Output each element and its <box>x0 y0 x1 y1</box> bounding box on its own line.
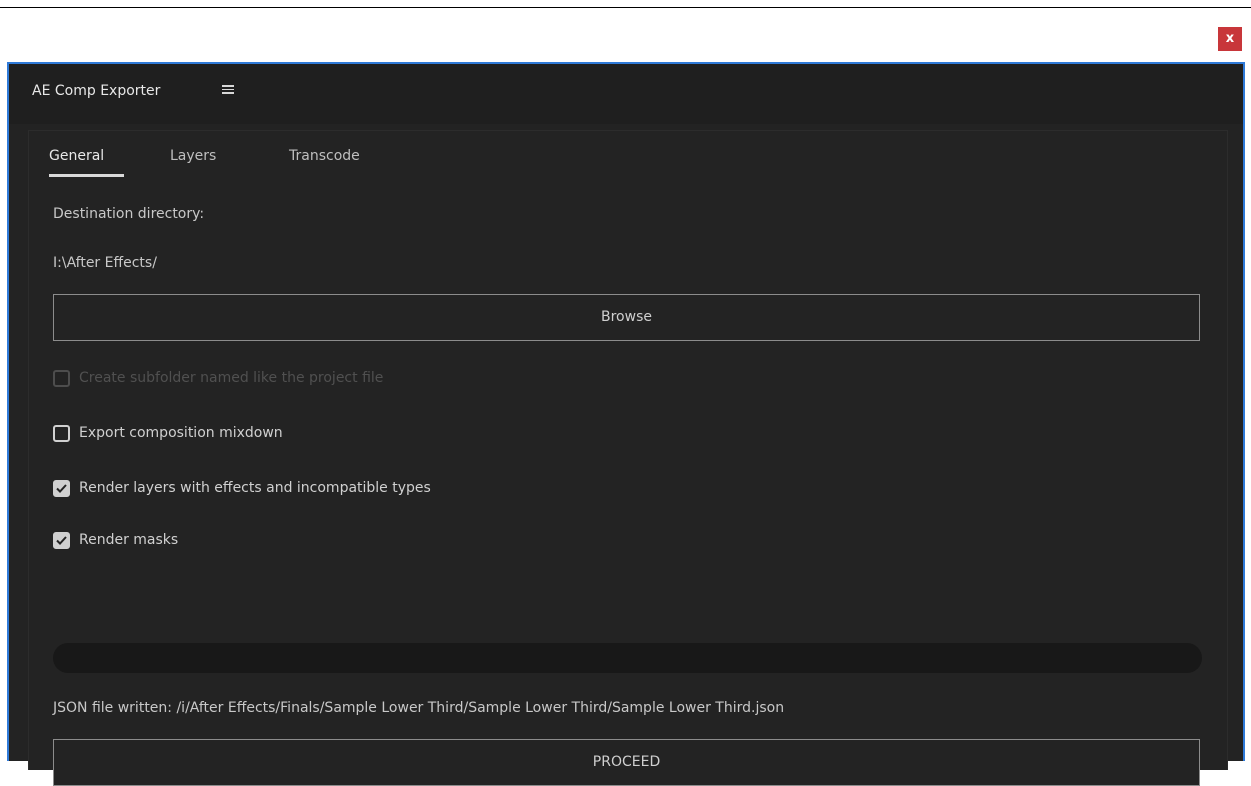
option-label: Create subfolder named like the project … <box>79 370 384 386</box>
exporter-panel: AE Comp Exporter General Layers Transcod… <box>7 62 1245 786</box>
checkbox-unchecked-icon <box>53 424 70 442</box>
window-chrome: x <box>0 0 1251 60</box>
checkbox-unchecked-icon <box>53 369 70 387</box>
panel-content: General Layers Transcode Destination dir… <box>28 130 1228 786</box>
progress-bar <box>53 643 1202 673</box>
option-label: Render masks <box>79 532 179 548</box>
close-button[interactable]: x <box>1218 27 1242 51</box>
option-render-masks[interactable]: Render masks <box>53 530 178 550</box>
browse-button[interactable]: Browse <box>53 294 1200 341</box>
destination-path: I:\After Effects/ <box>53 255 157 271</box>
top-divider <box>0 7 1251 8</box>
tab-general[interactable]: General <box>49 148 104 164</box>
checkbox-checked-icon <box>53 531 70 549</box>
option-render-layers[interactable]: Render layers with effects and incompati… <box>53 478 431 498</box>
panel-title: AE Comp Exporter <box>32 83 161 99</box>
option-label: Render layers with effects and incompati… <box>79 480 431 496</box>
proceed-button[interactable]: PROCEED <box>53 739 1200 786</box>
option-export-mixdown[interactable]: Export composition mixdown <box>53 423 283 443</box>
panel-header: AE Comp Exporter <box>9 64 1243 124</box>
close-icon: x <box>1225 31 1235 46</box>
status-text: JSON file written: /i/After Effects/Fina… <box>53 700 785 716</box>
destination-label: Destination directory: <box>53 206 205 222</box>
option-create-subfolder[interactable]: Create subfolder named like the project … <box>53 368 383 388</box>
option-label: Export composition mixdown <box>79 425 283 441</box>
checkbox-checked-icon <box>53 479 70 497</box>
active-tab-indicator <box>49 174 124 177</box>
hamburger-menu-icon[interactable] <box>221 83 235 97</box>
tab-layers[interactable]: Layers <box>170 148 216 164</box>
tab-transcode[interactable]: Transcode <box>289 148 360 164</box>
